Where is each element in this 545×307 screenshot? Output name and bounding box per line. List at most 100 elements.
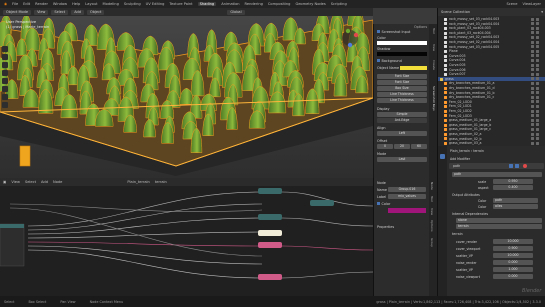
camera-icon[interactable] — [535, 141, 539, 145]
background-checkbox[interactable]: Background — [377, 59, 402, 63]
eye-icon[interactable] — [531, 137, 534, 141]
node-menu-select[interactable]: Select — [25, 180, 36, 184]
terrain-input-field[interactable]: 0.000 — [493, 274, 533, 279]
modifier-header[interactable]: path — [449, 163, 544, 169]
visibility-icons[interactable] — [531, 137, 543, 141]
measure-tool-icon[interactable] — [2, 102, 8, 108]
object-name-swatch[interactable] — [400, 66, 427, 70]
mode-dropdown[interactable]: Last — [377, 157, 427, 162]
shadow-swatch-black[interactable] — [377, 52, 427, 56]
camera-icon[interactable] — [535, 123, 539, 127]
terrain-input-field[interactable]: 0.000 — [493, 260, 533, 265]
scale-tool-icon[interactable] — [2, 78, 8, 84]
eye-icon[interactable] — [531, 104, 534, 108]
menu-render[interactable]: Render — [35, 2, 48, 6]
camera-icon[interactable] — [535, 137, 539, 141]
color-attr-field[interactable]: path — [493, 198, 538, 203]
modifier-name[interactable]: path — [453, 164, 460, 168]
eye-icon[interactable] — [531, 127, 534, 131]
visibility-icons[interactable] — [531, 49, 543, 53]
camera-icon[interactable] — [535, 109, 539, 113]
terrain-input-field[interactable]: 10.000 — [493, 239, 533, 244]
color2-attr-field[interactable]: alles — [493, 204, 538, 209]
screenshot-input-checkbox[interactable]: Screenshot Input — [377, 30, 410, 34]
camera-icon[interactable] — [535, 114, 539, 118]
terrain-input-field[interactable]: 0.900 — [493, 246, 533, 251]
visibility-icons[interactable] — [531, 100, 543, 104]
visibility-icons[interactable] — [531, 31, 543, 35]
camera-icon[interactable] — [535, 49, 539, 53]
camera-icon[interactable] — [535, 35, 539, 39]
camera-icon[interactable] — [535, 127, 539, 131]
transform-orientation-dropdown[interactable]: Global — [227, 9, 245, 15]
node-tab-node[interactable]: Node — [430, 182, 434, 190]
node-editor[interactable]: ▣ View Select Add Node Plain_terrain ter… — [0, 178, 373, 296]
eye-icon[interactable] — [531, 68, 534, 72]
viewport-menu-view[interactable]: View — [34, 9, 49, 15]
camera-icon[interactable] — [535, 58, 539, 62]
tab-uv-editing[interactable]: UV Editing — [146, 2, 165, 6]
visibility-icons[interactable] — [531, 77, 543, 81]
eye-icon[interactable] — [531, 141, 534, 145]
display-dropdown-2[interactable]: Ant-Edge — [377, 118, 427, 123]
close-icon[interactable] — [523, 164, 527, 168]
camera-icon[interactable] — [535, 45, 539, 49]
visibility-icons[interactable] — [531, 40, 543, 44]
visibility-icons[interactable] — [531, 26, 543, 30]
node-mod-name[interactable]: terrain — [155, 180, 167, 184]
add-modifier-dropdown[interactable]: Add Modifier — [450, 157, 470, 161]
modifier-tab-icon[interactable] — [440, 154, 445, 159]
eye-icon[interactable] — [531, 63, 534, 67]
npanel-options[interactable]: Options — [414, 25, 427, 29]
eye-icon[interactable] — [531, 58, 534, 62]
eye-icon[interactable] — [531, 49, 534, 53]
camera-icon[interactable] — [535, 86, 539, 90]
blender-logo-icon[interactable]: ◉ — [4, 2, 7, 6]
eye-icon[interactable] — [531, 132, 534, 136]
transform-tool-icon[interactable] — [2, 86, 8, 92]
eye-icon[interactable] — [531, 40, 534, 44]
tab-modeling[interactable]: Modeling — [103, 2, 119, 6]
camera-icon[interactable] — [535, 132, 539, 136]
eye-icon[interactable] — [531, 45, 534, 49]
eye-icon[interactable] — [531, 118, 534, 122]
line-thickness-field[interactable]: Line Thickness — [377, 92, 427, 97]
font-size-field[interactable]: Font Size — [377, 74, 427, 79]
terrain-input-field[interactable]: 10.000 — [493, 253, 533, 258]
visibility-icons[interactable] — [531, 132, 543, 136]
offset-x-field[interactable]: 0 — [377, 144, 393, 149]
node-menu-node[interactable]: Node — [53, 180, 62, 184]
node-menu-view[interactable]: View — [11, 180, 20, 184]
viewport-menu-object[interactable]: Object — [86, 9, 105, 15]
3d-viewport[interactable]: Object Mode View Select Add Object Globa… — [0, 8, 373, 178]
eye-icon[interactable] — [531, 54, 534, 58]
visibility-icons[interactable] — [531, 91, 543, 95]
eye-icon[interactable] — [531, 123, 534, 127]
visibility-icons[interactable] — [531, 17, 543, 21]
font-size-field-2[interactable]: Font Size — [377, 80, 427, 85]
visibility-icons[interactable] — [531, 118, 543, 122]
visibility-icons[interactable] — [531, 127, 543, 131]
display-dropdown[interactable]: Simple — [377, 112, 427, 117]
node-menu-add[interactable]: Add — [41, 180, 48, 184]
eye-icon[interactable] — [531, 95, 534, 99]
eye-icon[interactable] — [531, 81, 534, 85]
select-tool-icon[interactable] — [2, 46, 8, 52]
tab-scripting[interactable]: Scripting — [331, 2, 347, 6]
scene-selector[interactable]: Scene — [506, 2, 517, 6]
visibility-icons[interactable] — [531, 114, 543, 118]
eye-icon[interactable] — [531, 17, 534, 21]
eye-icon[interactable] — [531, 26, 534, 30]
menu-edit[interactable]: Edit — [23, 2, 30, 6]
camera-icon[interactable] — [535, 72, 539, 76]
tab-shading[interactable]: Shading — [197, 2, 217, 6]
terrain-input-field[interactable]: 1.000 — [493, 267, 533, 272]
node-tab-tool[interactable]: Tool — [430, 196, 434, 202]
offset-y-field[interactable]: 20 — [394, 144, 410, 149]
visibility-icons[interactable] — [531, 95, 543, 99]
camera-icon[interactable] — [535, 63, 539, 67]
tab-texture-paint[interactable]: Texture Paint — [169, 2, 192, 6]
visibility-icons[interactable] — [531, 35, 543, 39]
camera-icon[interactable] — [535, 26, 539, 30]
camera-icon[interactable] — [535, 91, 539, 95]
